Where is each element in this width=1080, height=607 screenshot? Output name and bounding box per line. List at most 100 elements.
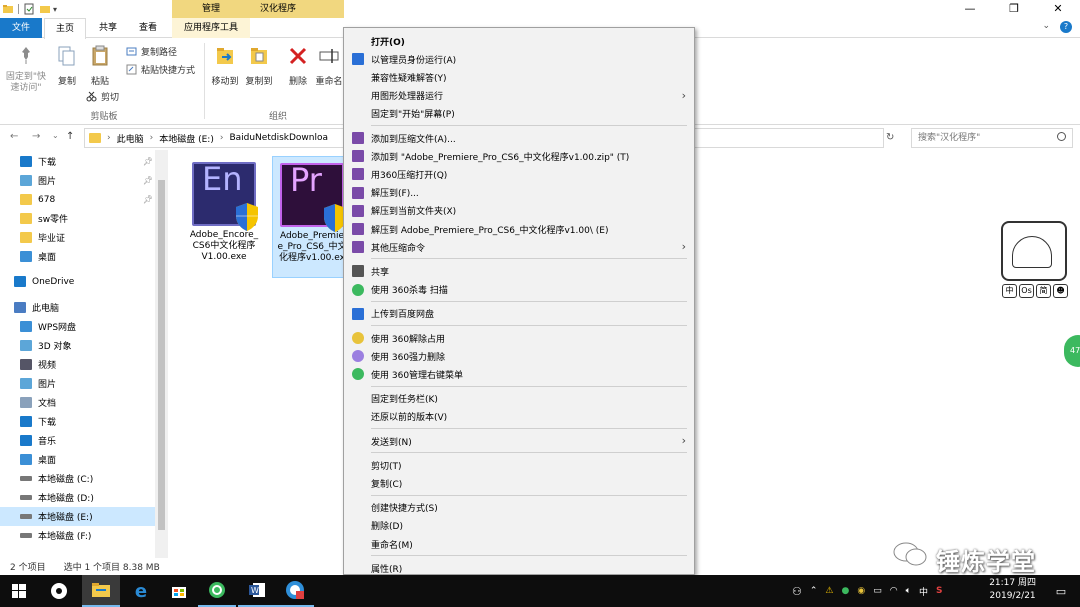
context-menu-item[interactable]: 添加到 "Adobe_Premiere_Pro_CS6_中文化程序v1.00.z… <box>344 147 694 165</box>
context-menu-item[interactable]: 打开(O) <box>344 32 694 50</box>
action-center-button[interactable]: ▭ <box>1042 575 1080 607</box>
scrollbar-thumb[interactable] <box>158 180 165 530</box>
widget-button-face[interactable]: ☻ <box>1053 284 1068 298</box>
taskbar-store[interactable] <box>160 575 198 607</box>
sidebar-item[interactable]: 678 📌︎ <box>0 190 155 209</box>
sidebar-item[interactable]: WPS网盘 <box>0 317 155 336</box>
volume-icon[interactable]: 🔈︎ <box>906 586 911 596</box>
context-menu-item[interactable]: 删除(D) <box>344 517 694 535</box>
sidebar-item[interactable]: 本地磁盘 (D:) <box>0 488 155 507</box>
sidebar-item[interactable]: sw零件 <box>0 209 155 228</box>
taskbar-clock[interactable]: 21:17 周四 2019/2/21 <box>989 577 1036 603</box>
rename-button[interactable]: 重命名 <box>314 45 344 87</box>
context-menu-item[interactable]: 剪切(T) <box>344 456 694 474</box>
network-icon[interactable]: ◠ <box>890 586 898 596</box>
tray-360-icon[interactable]: ● <box>842 586 850 596</box>
context-menu-item[interactable]: 使用 360管理右键菜单 <box>344 365 694 383</box>
taskbar-file-explorer[interactable] <box>82 575 120 607</box>
up-arrow-icon[interactable]: ↑ <box>66 131 74 142</box>
taskbar-360-browser[interactable] <box>198 575 236 607</box>
properties-icon[interactable] <box>23 3 35 15</box>
context-menu-item[interactable]: 固定到任务栏(K) <box>344 390 694 408</box>
sidebar-item[interactable]: 文档 <box>0 393 155 412</box>
breadcrumb-this-pc[interactable]: 此电脑 <box>117 132 144 145</box>
context-menu-item[interactable]: 解压到 Adobe_Premiere_Pro_CS6_中文化程序v1.00\ (… <box>344 220 694 238</box>
sidebar-item[interactable]: 本地磁盘 (C:) <box>0 469 155 488</box>
new-folder-icon[interactable] <box>39 3 51 15</box>
sidebar-item[interactable]: 本地磁盘 (F:) <box>0 526 155 545</box>
taskbar-recorder[interactable] <box>276 575 314 607</box>
context-menu-item[interactable]: 发送到(N) › <box>344 432 694 450</box>
sidebar-item[interactable]: 视频 <box>0 355 155 374</box>
battery-icon[interactable]: ▭ <box>873 586 882 596</box>
widget-button-simplified[interactable]: 简 <box>1036 284 1051 298</box>
context-menu-item[interactable]: 其他压缩命令 › <box>344 238 694 256</box>
context-menu-item[interactable]: 使用 360杀毒 扫描 <box>344 281 694 299</box>
move-to-button[interactable]: 移动到 <box>208 45 242 87</box>
sidebar-item[interactable]: 下载 <box>0 412 155 431</box>
taskbar-app-pinwheel[interactable] <box>40 575 78 607</box>
context-menu-item[interactable]: 用360压缩打开(Q) <box>344 165 694 183</box>
sidebar-item[interactable]: 音乐 <box>0 431 155 450</box>
widget-button-os[interactable]: Os <box>1019 284 1034 298</box>
search-input[interactable]: 搜索"汉化程序" <box>911 128 1073 148</box>
context-menu-item[interactable]: 复制(C) <box>344 474 694 492</box>
sidebar-item[interactable]: 3D 对象 <box>0 336 155 355</box>
qat-dropdown-icon[interactable]: ▾ <box>53 5 57 14</box>
sidebar-item[interactable]: 图片 <box>0 374 155 393</box>
help-icon[interactable]: ? <box>1060 21 1072 33</box>
chevron-down-icon[interactable]: ⌄ <box>1042 21 1050 33</box>
context-menu-item[interactable]: 兼容性疑难解答(Y) <box>344 68 694 86</box>
context-menu-item[interactable]: 还原以前的版本(V) <box>344 408 694 426</box>
delete-button[interactable]: 删除 <box>284 45 312 87</box>
sidebar-item[interactable]: 图片 📌︎ <box>0 171 155 190</box>
sidebar-item[interactable]: 本地磁盘 (E:) <box>0 507 155 526</box>
context-menu-item[interactable]: 使用 360解除占用 <box>344 329 694 347</box>
sidebar-item[interactable]: 下载 📌︎ <box>0 152 155 171</box>
widget-button-chinese[interactable]: 中 <box>1002 284 1017 298</box>
close-button[interactable]: ✕ <box>1036 0 1080 18</box>
copy-to-button[interactable]: 复制到 <box>242 45 276 87</box>
tab-home[interactable]: 主页 <box>44 18 86 39</box>
context-menu-item[interactable]: 共享 <box>344 262 694 280</box>
context-menu-item[interactable]: 以管理员身份运行(A) <box>344 50 694 68</box>
ime-indicator[interactable]: 中 <box>919 585 928 598</box>
breadcrumb-baidu[interactable]: BaiduNetdiskDownloa <box>229 133 328 143</box>
sidebar-item[interactable]: 毕业证 <box>0 228 155 247</box>
context-menu-item[interactable]: 添加到压缩文件(A)... <box>344 129 694 147</box>
start-button[interactable] <box>0 575 38 607</box>
context-menu-item[interactable]: 创建快捷方式(S) <box>344 499 694 517</box>
paste-shortcut-button[interactable]: 粘贴快捷方式 <box>126 63 195 76</box>
tray-app-icon[interactable]: ⚠ <box>825 586 833 596</box>
context-menu-item[interactable]: 解压到(F)... <box>344 184 694 202</box>
copy-button[interactable]: 复制 <box>52 45 82 87</box>
file-item-encore[interactable]: En Adobe_Encore_ CS6中文化程序 V1.00.exe <box>184 156 264 278</box>
people-icon[interactable]: ⚇ <box>792 585 802 598</box>
cut-button[interactable]: 剪切 <box>86 90 119 103</box>
sidebar-item[interactable]: 桌面 <box>0 450 155 469</box>
back-arrow-icon[interactable]: ← <box>10 131 18 142</box>
context-menu-item[interactable]: 使用 360强力删除 <box>344 347 694 365</box>
tab-file[interactable]: 文件 <box>0 18 42 38</box>
tab-application-tools[interactable]: 应用程序工具 <box>172 18 250 38</box>
taskbar-edge[interactable]: e <box>122 575 160 607</box>
sogou-ime-icon[interactable]: S <box>936 586 942 596</box>
taskbar-word[interactable]: W <box>238 575 276 607</box>
sidebar-item[interactable]: OneDrive <box>0 272 155 291</box>
context-menu-item[interactable]: 用图形处理器运行 › <box>344 87 694 105</box>
show-hidden-icons-chevron[interactable]: ⌃ <box>810 586 818 596</box>
paste-button[interactable]: 粘贴 <box>86 45 114 87</box>
context-menu-item[interactable]: 重命名(M) <box>344 535 694 553</box>
nav-scrollbar[interactable] <box>155 150 168 558</box>
context-menu-item[interactable]: 上传到百度网盘 <box>344 305 694 323</box>
tab-view[interactable]: 查看 <box>128 18 168 38</box>
maximize-button[interactable]: ❐ <box>992 0 1036 18</box>
sidebar-item[interactable]: 此电脑 <box>0 298 155 317</box>
breadcrumb-drive-e[interactable]: 本地磁盘 (E:) <box>159 132 214 145</box>
pin-to-quick-access-button[interactable]: 固定到"快 速访问" <box>4 45 48 94</box>
tab-share[interactable]: 共享 <box>88 18 128 38</box>
context-menu-item[interactable]: 固定到"开始"屏幕(P) <box>344 105 694 123</box>
recent-chevron-icon[interactable]: ⌄ <box>52 131 59 140</box>
minimize-button[interactable]: — <box>948 0 992 18</box>
copy-path-button[interactable]: 复制路径 <box>126 45 177 58</box>
